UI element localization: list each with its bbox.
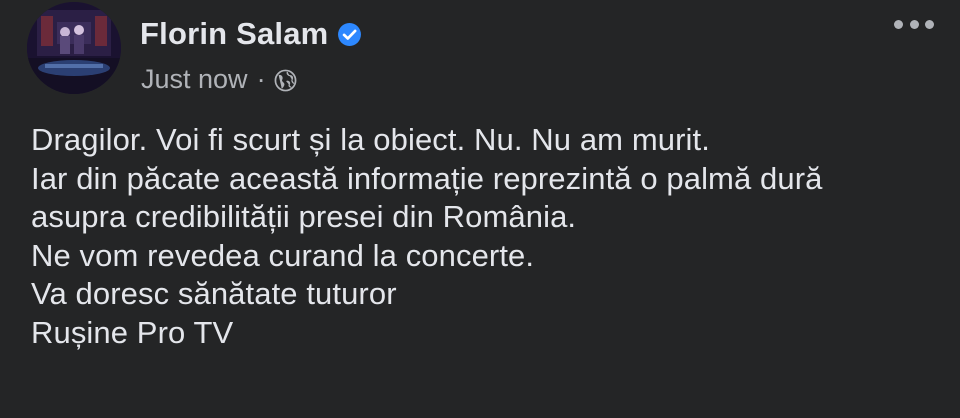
verified-badge-icon <box>337 22 362 47</box>
author-avatar[interactable] <box>27 2 121 94</box>
author-name[interactable]: Florin Salam <box>140 16 328 52</box>
post-body: Dragilor. Voi fi scurt și la obiect. Nu.… <box>31 121 946 353</box>
post-meta: Just now · <box>141 62 297 96</box>
post-text-line: Ne vom revedea curand la concerte. <box>31 237 535 273</box>
more-options-dot <box>909 19 919 29</box>
post-text-line: Va doresc sănătate tuturor <box>31 276 397 312</box>
more-options-button[interactable] <box>894 14 934 34</box>
post-text-line: asupra credibilității presei din România… <box>31 199 577 235</box>
post-text-line: Iar din păcate această informație reprez… <box>31 160 823 196</box>
post-text-line: Rușine Pro TV <box>31 314 234 350</box>
post-text-line: Dragilor. Voi fi scurt și la obiect. Nu.… <box>31 122 710 157</box>
more-options-dot <box>925 19 934 29</box>
facebook-post: Florin Salam Just now · Dragilor. Voi fi… <box>0 0 960 418</box>
author-row: Florin Salam <box>140 12 362 56</box>
meta-separator: · <box>256 63 266 94</box>
avatar-photo <box>27 2 121 94</box>
more-options-dot <box>894 19 903 29</box>
globe-icon[interactable] <box>274 68 297 91</box>
post-timestamp[interactable]: Just now <box>141 64 248 95</box>
